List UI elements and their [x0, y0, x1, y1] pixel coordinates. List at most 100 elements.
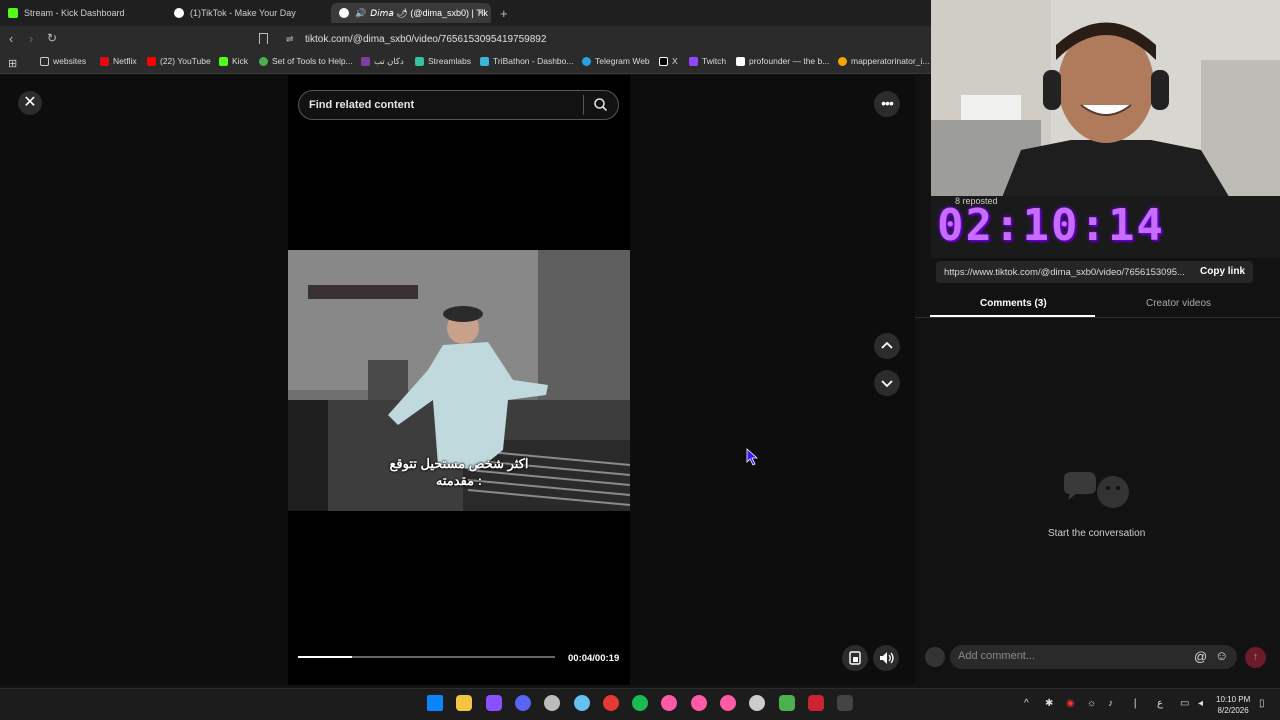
tiktok-icon: [174, 8, 184, 18]
webcam-overlay: [931, 0, 1280, 200]
video-timecode: 00:04/00:19: [568, 653, 620, 664]
mouse-cursor-icon: [746, 448, 758, 466]
twitch-icon: [689, 56, 698, 66]
netflix-icon: [100, 56, 109, 66]
bookmark-kick[interactable]: Kick: [219, 56, 248, 66]
file-explorer-icon[interactable]: [456, 695, 473, 711]
kick-icon: [219, 56, 228, 66]
picture-in-picture-icon: [849, 651, 861, 665]
next-video-button[interactable]: [874, 370, 900, 396]
bookmark-tribathon[interactable]: TriBathon - Dashbo...: [480, 56, 573, 66]
app-red-icon[interactable]: [602, 695, 619, 711]
app-pink-3-icon[interactable]: [720, 695, 736, 711]
bookmark-label: TriBathon - Dashbo...: [493, 56, 574, 66]
dukkan-icon: [361, 57, 370, 66]
system-clock[interactable]: 10:10 PM 8/2/2026: [1216, 694, 1250, 716]
brightness-icon[interactable]: ☼: [1087, 698, 1096, 709]
volume-tray-icon[interactable]: ◂: [1198, 698, 1203, 709]
previous-video-button[interactable]: [874, 333, 900, 359]
search-input[interactable]: Find related content: [309, 99, 414, 111]
bookmark-label: Streamlabs: [428, 56, 471, 66]
speaker-icon: 🔊: [355, 7, 367, 18]
spotify-icon[interactable]: [632, 695, 649, 711]
volume-button[interactable]: [873, 645, 899, 671]
bookmark-x[interactable]: X: [659, 56, 678, 66]
tab-tiktok-home[interactable]: (1)TikTok - Make Your Day: [166, 3, 331, 23]
arrow-up-icon: ↑: [1252, 651, 1259, 663]
bookmark-label: Kick: [232, 56, 249, 66]
discord-icon[interactable]: [514, 695, 531, 711]
notifications-icon[interactable]: ▯: [1259, 698, 1265, 709]
mention-icon[interactable]: @: [1194, 649, 1207, 664]
bookmark-label: Twitch: [702, 56, 727, 66]
minecraft-icon[interactable]: [778, 695, 795, 711]
microphone-icon[interactable]: ❘: [1131, 698, 1139, 709]
close-video-button[interactable]: ✕: [18, 91, 42, 115]
show-hidden-icons[interactable]: ^: [1024, 698, 1029, 709]
bookmark-telegram[interactable]: Telegram Web: [582, 56, 650, 66]
bookmark-profounder[interactable]: profounder — the b...: [736, 56, 829, 66]
comment-input[interactable]: Add comment...: [958, 650, 1035, 662]
bookmark-label: Netflix: [113, 56, 137, 66]
site-info-icon[interactable]: ⇌: [286, 34, 294, 45]
bookmark-label: Telegram Web: [595, 56, 650, 66]
obs-icon[interactable]: [485, 695, 502, 711]
search-divider: [583, 95, 584, 115]
bookmark-websites[interactable]: websites: [40, 56, 86, 66]
steam-icon[interactable]: [573, 695, 590, 711]
reload-icon[interactable]: ↻: [47, 31, 57, 45]
empty-comments-text: Start the conversation: [1048, 528, 1146, 539]
speaker-icon[interactable]: ♪: [1108, 698, 1113, 709]
bookmark-twitch[interactable]: Twitch: [689, 56, 726, 66]
kick-icon: [8, 8, 18, 18]
tab-tiktok-video[interactable]: 🔊 𝘋𝘪𝘮𝘢 🌶 (@dima_sxb0) | Tik ✕: [331, 3, 491, 23]
telegram-icon: [582, 56, 591, 66]
bookmark-label: mapperatorinator_i...: [851, 56, 930, 66]
bookmark-label: profounder — the b...: [749, 56, 830, 66]
bookmark-streamlabs[interactable]: Streamlabs: [415, 56, 471, 66]
volume-icon: [880, 652, 894, 664]
new-tab-button[interactable]: +: [500, 6, 508, 21]
apps-grid-icon[interactable]: ⊞: [8, 57, 17, 70]
terminal-icon[interactable]: [837, 695, 854, 711]
close-tab-icon[interactable]: ✕: [477, 8, 485, 19]
tiktok-icon: [339, 8, 349, 18]
tools-icon: [259, 56, 268, 66]
search-icon[interactable]: [593, 97, 608, 112]
video-progress-fill: [298, 656, 352, 658]
start-icon[interactable]: [427, 695, 443, 711]
x-icon: [659, 56, 668, 66]
more-icon: •••: [881, 95, 894, 111]
tab-title: 𝘋𝘪𝘮𝘢 🌶 (@dima_sxb0) | Tik: [370, 7, 488, 18]
share-link-text[interactable]: https://www.tiktok.com/@dima_sxb0/video/…: [944, 267, 1185, 278]
video-caption: اكثر شخص مستحيل تتوقع مقدمته :: [288, 455, 630, 489]
app-tiktok-icon[interactable]: [807, 695, 824, 711]
bookmark-dukkan[interactable]: دكان تب: [361, 56, 404, 67]
forward-icon[interactable]: ›: [29, 31, 33, 46]
url-field[interactable]: tiktok.com/@dima_sxb0/video/765615309541…: [305, 34, 546, 45]
bookmark-page-icon[interactable]: [259, 33, 268, 44]
tab-comments[interactable]: Comments (3): [980, 298, 1047, 309]
language-indicator[interactable]: ع: [1157, 698, 1163, 709]
back-icon[interactable]: ‹: [9, 31, 13, 46]
bookmark-tools[interactable]: Set of Tools to Help...: [259, 56, 353, 66]
mini-player-button[interactable]: [842, 645, 868, 671]
caption-line-2: مقدمته :: [435, 473, 483, 488]
more-options-button[interactable]: •••: [874, 91, 900, 117]
tray-app-icon[interactable]: ✱: [1045, 698, 1053, 709]
tab-kick-dashboard[interactable]: Stream - Kick Dashboard: [0, 3, 165, 23]
bookmark-youtube[interactable]: (22) YouTube: [147, 56, 211, 66]
bookmark-label: websites: [53, 56, 87, 66]
emoji-icon[interactable]: ☺: [1215, 648, 1228, 663]
tribathon-icon: [480, 56, 489, 66]
bookmark-mapperatorinator[interactable]: mapperatorinator_i...: [838, 56, 929, 66]
tab-creator-videos[interactable]: Creator videos: [1146, 298, 1211, 309]
tray-record-icon[interactable]: ◉: [1066, 698, 1075, 709]
app-pink-2-icon[interactable]: [690, 695, 707, 711]
network-icon[interactable]: ▭: [1180, 698, 1189, 709]
send-comment-button[interactable]: ↑: [1245, 647, 1266, 668]
caption-line-1: اكثر شخص مستحيل تتوقع: [389, 456, 529, 471]
bookmark-label: X: [672, 56, 678, 66]
bookmark-netflix[interactable]: Netflix: [100, 56, 137, 66]
copy-link-button[interactable]: Copy link: [1200, 266, 1245, 277]
